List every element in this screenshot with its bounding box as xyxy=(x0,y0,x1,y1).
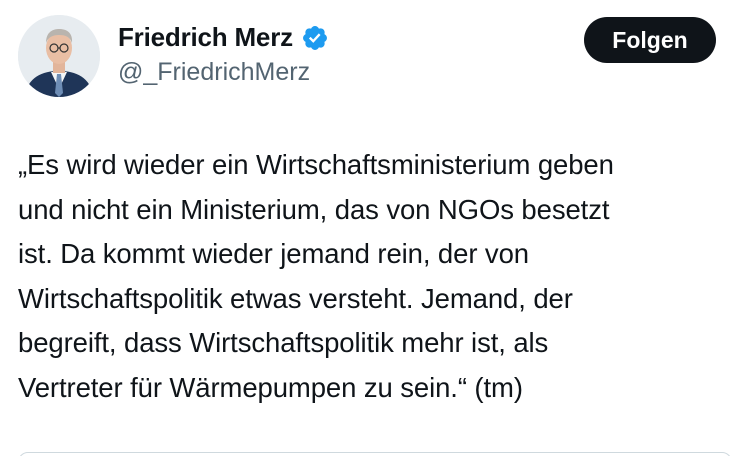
verified-badge-icon xyxy=(302,25,327,50)
author-handle[interactable]: @_FriedrichMerz xyxy=(118,58,310,87)
embedded-card[interactable] xyxy=(18,452,732,456)
tweet-text: „Es wird wieder ein Wirtschaftsministeri… xyxy=(18,149,614,403)
follow-button[interactable]: Folgen xyxy=(584,17,716,63)
avatar[interactable] xyxy=(18,15,100,97)
author-display-name[interactable]: Friedrich Merz xyxy=(118,22,293,53)
profile-photo-icon xyxy=(18,15,100,97)
author-name-row[interactable]: Friedrich Merz xyxy=(118,22,329,53)
tweet-card: Friedrich Merz @_FriedrichMerz Folgen „E… xyxy=(0,0,750,456)
